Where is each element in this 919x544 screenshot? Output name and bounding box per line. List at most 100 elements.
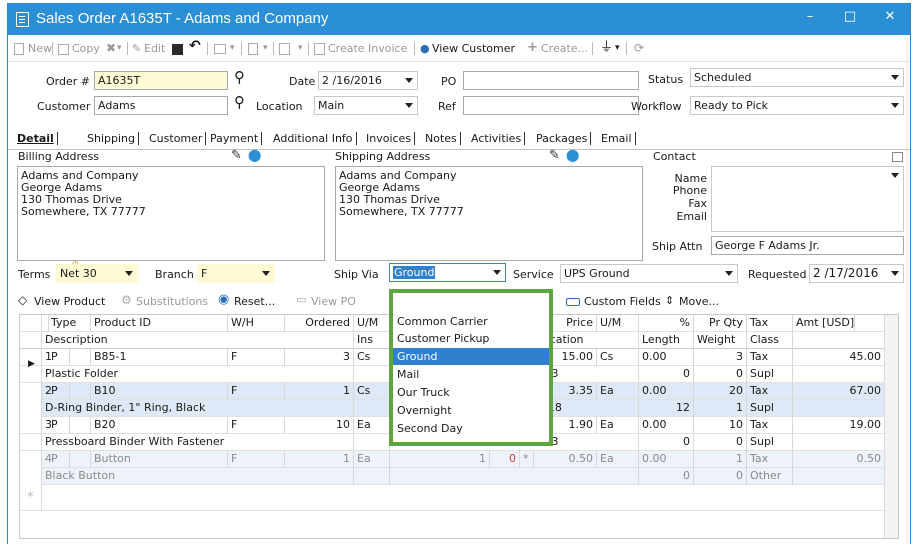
ship-via-option-second-day[interactable]: Second Day (393, 420, 549, 437)
cell-price-um[interactable]: Ea (597, 451, 639, 468)
table-row-detail[interactable]: Black Button 0 0 Other (20, 468, 898, 485)
cell-class[interactable]: Supl (747, 434, 793, 451)
ship-via-option-mail[interactable]: Mail (393, 366, 549, 383)
cell-percent[interactable]: 0.00 (639, 383, 694, 400)
billing-map-pin-icon[interactable]: ⬤ (248, 148, 261, 162)
cell-weight[interactable]: 0 (694, 434, 747, 451)
cell-product-id[interactable]: Button (91, 451, 228, 468)
contact-dropdown-icon[interactable] (891, 173, 899, 178)
cell-description[interactable]: Plastic Folder (42, 366, 354, 383)
view-product-button[interactable]: View Product (34, 295, 105, 308)
grid-scrollbar[interactable] (884, 315, 898, 538)
cell-length[interactable]: 0 (639, 468, 694, 485)
cell-um[interactable]: Cs (354, 349, 390, 366)
custom-fields-button[interactable]: Custom Fields (584, 295, 661, 308)
tab-shipping[interactable]: Shipping (65, 132, 139, 145)
cell-weight[interactable]: 1 (694, 400, 747, 417)
cell-description[interactable]: Pressboard Binder With Fastener (42, 434, 354, 451)
edit-button[interactable]: Edit (144, 40, 165, 57)
table-row[interactable]: 4 P Button F 1 Ea 1 0 * 0.50 Ea 0.00 1 T… (20, 451, 898, 468)
tab-email[interactable]: Email (598, 132, 636, 145)
cell-price-um[interactable]: Cs (597, 349, 639, 366)
cell-pr-qty[interactable]: 10 (694, 417, 747, 434)
tab-activities[interactable]: Activities (468, 132, 526, 145)
ship-via-option-overnight[interactable]: Overnight (393, 402, 549, 419)
cell-tax[interactable]: Tax (747, 383, 793, 400)
tab-payment[interactable]: Payment (207, 132, 263, 145)
create-invoice-button[interactable]: Create Invoice (328, 40, 407, 57)
cell-product-id[interactable]: B10 (91, 383, 228, 400)
substitutions-button[interactable]: Substitutions (136, 295, 208, 308)
workflow-dropdown-icon[interactable] (891, 103, 899, 108)
cell-ordered[interactable]: 1 (285, 383, 354, 400)
ship-via-select[interactable]: Ground (389, 263, 506, 282)
header-ins[interactable]: Ins (354, 332, 390, 349)
cell-um[interactable]: Ea (354, 417, 390, 434)
view-po-button[interactable]: View PO (311, 295, 356, 308)
cell-tax[interactable]: Tax (747, 349, 793, 366)
cell-amount[interactable]: 67.00 (793, 383, 885, 400)
cell-tax[interactable]: Tax (747, 451, 793, 468)
delete-icon[interactable]: ✖ (106, 40, 116, 57)
cell-price[interactable]: 0.50 (534, 451, 597, 468)
header-price-um[interactable]: U/M (597, 315, 639, 332)
ship-via-dropdown-icon[interactable] (493, 270, 501, 275)
save-icon[interactable] (172, 44, 183, 55)
po-field[interactable] (463, 71, 639, 90)
requested-dropdown-icon[interactable] (891, 271, 899, 276)
cell-amount[interactable]: 45.00 (793, 349, 885, 366)
cell-length[interactable]: 12 (639, 400, 694, 417)
delete-dropdown-icon[interactable]: ▾ (117, 40, 122, 57)
header-length[interactable]: Length (639, 332, 694, 349)
copy-button[interactable]: Copy (72, 40, 100, 57)
create-button[interactable]: Create... (541, 40, 588, 57)
order-number-field[interactable]: A1635T (94, 71, 228, 90)
shipping-edit-pencil-icon[interactable]: ✎ (549, 148, 560, 163)
customer-search-icon[interactable]: ⚲ (234, 93, 245, 111)
cell-class[interactable]: Supl (747, 366, 793, 383)
ship-via-option-ground[interactable]: Ground (393, 348, 549, 365)
cell-pr-qty[interactable]: 20 (694, 383, 747, 400)
cell-percent[interactable]: 0.00 (639, 417, 694, 434)
cell-um[interactable]: Cs (354, 383, 390, 400)
close-button[interactable]: ✕ (870, 4, 910, 32)
cell-pr-qty[interactable]: 1 (694, 451, 747, 468)
cell-percent[interactable]: 0.00 (639, 451, 694, 468)
attachment-icon[interactable]: ⏚ (600, 39, 613, 56)
cell-description[interactable]: D-Ring Binder, 1" Ring, Black (42, 400, 354, 417)
status-dropdown-icon[interactable] (891, 75, 899, 80)
billing-address-box[interactable]: Adams and Company George Adams 130 Thoma… (17, 166, 325, 261)
ref-field[interactable] (463, 96, 639, 115)
print-dropdown-icon[interactable]: ▾ (230, 40, 235, 57)
tab-additional-info[interactable]: Additional Info (270, 132, 357, 145)
location-dropdown-icon[interactable] (405, 103, 413, 108)
tab-notes[interactable]: Notes (422, 132, 461, 145)
cell-amount[interactable]: 0.50 (793, 451, 885, 468)
cell-description[interactable]: Black Button (42, 468, 354, 485)
branch-dropdown-icon[interactable] (262, 271, 270, 276)
cell-ins[interactable] (354, 400, 390, 417)
cell-type[interactable]: P (48, 349, 91, 366)
cell-wh[interactable]: F (228, 349, 285, 366)
header-class[interactable]: Class (747, 332, 793, 349)
header-wh[interactable]: W/H (228, 315, 285, 332)
branch-select[interactable]: F (197, 264, 275, 283)
status-select[interactable]: Scheduled (690, 68, 904, 87)
cell-ordered[interactable]: 10 (285, 417, 354, 434)
minimize-button[interactable]: – (790, 4, 830, 32)
cell-ins[interactable] (354, 434, 390, 451)
cell-wh[interactable]: F (228, 417, 285, 434)
customer-field[interactable]: Adams (94, 96, 228, 115)
cell-ins[interactable] (354, 468, 390, 485)
tab-packages[interactable]: Packages (533, 132, 592, 145)
requested-date-field[interactable]: 2 /17/2016 (809, 264, 904, 283)
cell-pr-qty[interactable]: 3 (694, 349, 747, 366)
header-product-id[interactable]: Product ID (91, 315, 228, 332)
cell-ordered[interactable]: 3 (285, 349, 354, 366)
header-um[interactable]: U/M (354, 315, 390, 332)
new-row[interactable]: * (20, 485, 898, 511)
service-dropdown-icon[interactable] (725, 271, 733, 276)
header-percent[interactable]: % (639, 315, 694, 332)
cell-ins[interactable] (354, 366, 390, 383)
location-select[interactable]: Main (314, 96, 418, 115)
